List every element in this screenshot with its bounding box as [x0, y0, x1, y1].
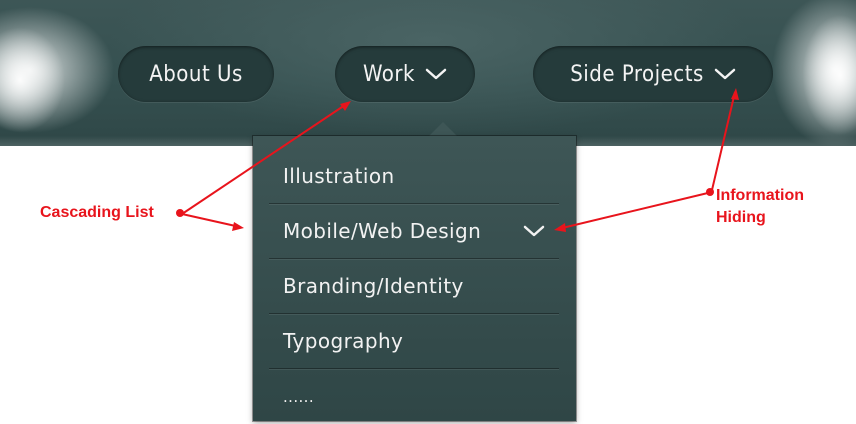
arrow-cascading-to-work [181, 102, 349, 215]
annotation-label: Hiding [716, 209, 766, 226]
annotation-information-hiding: Information Hiding [716, 185, 804, 229]
arrowhead [731, 88, 739, 100]
annotation-dot [176, 209, 184, 217]
annotation-label: Cascading List [40, 204, 154, 221]
arrow-info-to-submenu-chevron [557, 191, 713, 230]
annotation-dot [706, 188, 714, 196]
annotation-label: Information [716, 187, 804, 204]
arrowhead [554, 223, 566, 232]
arrowhead [340, 101, 351, 111]
arrow-cascading-to-submenu [181, 213, 241, 228]
annotation-cascading-list: Cascading List [40, 202, 154, 224]
arrowhead [232, 222, 244, 231]
arrow-info-to-side-projects [711, 91, 736, 191]
